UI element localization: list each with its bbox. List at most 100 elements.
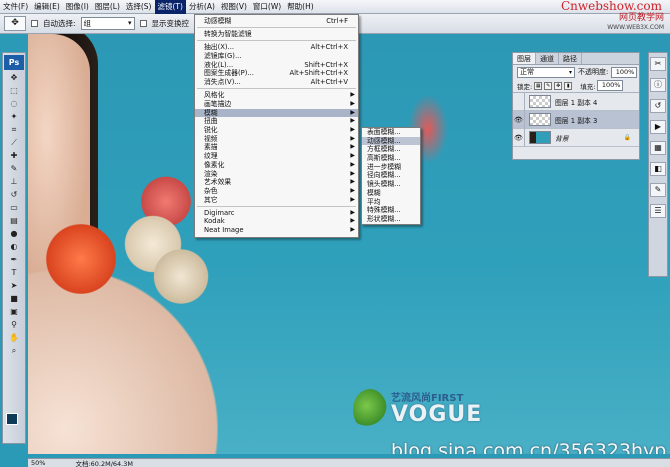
- notes-tool-icon[interactable]: ▣: [5, 306, 23, 318]
- visibility-off-icon[interactable]: [513, 92, 525, 111]
- lock-transparency-icon[interactable]: ▦: [534, 81, 543, 90]
- zoom-tool-icon[interactable]: ⌕: [5, 345, 23, 357]
- menu-item-texture[interactable]: 纹理 ▶: [195, 152, 358, 161]
- healing-brush-tool-icon[interactable]: ✚: [5, 150, 23, 162]
- blur-tool-icon[interactable]: ●: [5, 228, 23, 240]
- submenu-item-blur[interactable]: 模糊: [362, 189, 420, 198]
- menu-help[interactable]: 帮助(H): [284, 0, 317, 14]
- menu-item-brush-strokes[interactable]: 画笔描边 ▶: [195, 100, 358, 109]
- path-selection-tool-icon[interactable]: ➤: [5, 280, 23, 292]
- dodge-tool-icon[interactable]: ◐: [5, 241, 23, 253]
- menu-item-blur[interactable]: 模糊 ▶: [195, 108, 358, 118]
- lasso-tool-icon[interactable]: ◌: [5, 98, 23, 110]
- menu-item-kodak[interactable]: Kodak ▶: [195, 217, 358, 226]
- menu-item-vanishing-point[interactable]: 消失点(V)... Alt+Ctrl+V: [195, 78, 358, 87]
- opacity-input[interactable]: 100%: [611, 66, 638, 78]
- crop-tool-icon[interactable]: ⌗: [5, 124, 23, 136]
- menu-select[interactable]: 选择(S): [123, 0, 155, 14]
- show-transform-checkbox[interactable]: [139, 20, 147, 27]
- menu-item-video[interactable]: 视频 ▶: [195, 135, 358, 144]
- fill-input[interactable]: 100%: [597, 80, 624, 91]
- layer-row-background[interactable]: 👁 背景 🔒: [513, 128, 639, 147]
- menu-item-stylize[interactable]: 风格化 ▶: [195, 91, 358, 100]
- menu-edit[interactable]: 编辑(E): [31, 0, 63, 14]
- menu-image[interactable]: 图像(I): [63, 0, 92, 14]
- layer-row[interactable]: 图层 1 副本 4: [513, 92, 639, 111]
- menu-item-filter-gallery[interactable]: 滤镜库(G)...: [195, 52, 358, 61]
- menu-layer[interactable]: 图层(L): [92, 0, 123, 14]
- menu-window[interactable]: 窗口(W): [250, 0, 284, 14]
- tools-dock-icon[interactable]: ✂: [650, 57, 666, 71]
- tab-channels[interactable]: 通道: [536, 53, 559, 64]
- foreground-color-swatch[interactable]: [6, 413, 18, 425]
- auto-select-dropdown[interactable]: 组: [80, 17, 135, 30]
- marquee-tool-icon[interactable]: ⬚: [5, 85, 23, 97]
- submenu-item-surface-blur[interactable]: 表面模糊...: [362, 128, 420, 137]
- menu-item-convert-smart-filter[interactable]: 转换为智能滤镜: [195, 30, 358, 39]
- submenu-item-average[interactable]: 平均: [362, 198, 420, 207]
- history-dock-icon[interactable]: ↺: [650, 99, 666, 113]
- zoom-level[interactable]: 50%: [31, 459, 45, 467]
- submenu-item-lens-blur[interactable]: 镜头模糊...: [362, 180, 420, 189]
- layers-panel-tabs: 图层 通道 路径: [513, 53, 639, 65]
- lock-position-icon[interactable]: ✥: [554, 81, 563, 90]
- swatches-dock-icon[interactable]: ▦: [650, 141, 666, 155]
- eye-icon[interactable]: 👁: [513, 110, 525, 129]
- lock-label: 锁定:: [517, 82, 533, 91]
- clone-stamp-tool-icon[interactable]: ⊥: [5, 176, 23, 188]
- lock-pixels-icon[interactable]: ✎: [544, 81, 553, 90]
- auto-select-checkbox[interactable]: [31, 20, 38, 27]
- menu-item-sharpen[interactable]: 锐化 ▶: [195, 126, 358, 135]
- submenu-arrow-icon: ▶: [350, 160, 355, 168]
- move-tool-icon[interactable]: ✥: [5, 72, 23, 84]
- submenu-item-gaussian-blur[interactable]: 高斯模糊...: [362, 154, 420, 163]
- hand-tool-icon[interactable]: ✋: [5, 332, 23, 344]
- menu-view[interactable]: 视图(V): [218, 0, 250, 14]
- slice-tool-icon[interactable]: ⟋: [5, 137, 23, 149]
- eyedropper-tool-icon[interactable]: ⚲: [5, 319, 23, 331]
- menu-item-noise[interactable]: 杂色 ▶: [195, 187, 358, 196]
- submenu-item-smart-blur[interactable]: 特殊模糊...: [362, 206, 420, 215]
- menu-item-neat-image[interactable]: Neat Image ▶: [195, 226, 358, 235]
- magic-wand-tool-icon[interactable]: ✦: [5, 111, 23, 123]
- gradient-tool-icon[interactable]: ▤: [5, 215, 23, 227]
- layer-comps-dock-icon[interactable]: ☰: [650, 204, 666, 218]
- info-dock-icon[interactable]: ⓘ: [650, 78, 666, 92]
- brushes-dock-icon[interactable]: ✎: [650, 183, 666, 197]
- eye-icon[interactable]: 👁: [513, 128, 525, 147]
- menu-item-distort[interactable]: 扭曲 ▶: [195, 117, 358, 126]
- pen-tool-icon[interactable]: ✒: [5, 254, 23, 266]
- layer-row-selected[interactable]: 👁 图层 1 副本 3: [513, 110, 639, 129]
- styles-dock-icon[interactable]: ◧: [650, 162, 666, 176]
- tab-paths[interactable]: 路径: [559, 53, 582, 64]
- menu-item-extract[interactable]: 抽出(X)... Alt+Ctrl+X: [195, 43, 358, 52]
- submenu-arrow-icon: ▶: [350, 117, 355, 125]
- menu-item-last-filter[interactable]: 动感模糊 Ctrl+F: [195, 17, 358, 26]
- blend-mode-dropdown[interactable]: 正常: [517, 66, 575, 78]
- vogue-logo-mark-icon: [353, 389, 387, 431]
- menu-item-pixelate[interactable]: 像素化 ▶: [195, 161, 358, 170]
- move-tool-preset-icon[interactable]: ✥: [4, 16, 26, 31]
- submenu-arrow-icon: ▶: [350, 178, 355, 186]
- menu-item-render[interactable]: 渲染 ▶: [195, 170, 358, 179]
- submenu-item-box-blur[interactable]: 方框模糊...: [362, 145, 420, 154]
- menu-filter[interactable]: 滤镜(T): [154, 0, 186, 14]
- submenu-item-radial-blur[interactable]: 径向模糊...: [362, 171, 420, 180]
- type-tool-icon[interactable]: T: [5, 267, 23, 279]
- menu-item-pattern-maker[interactable]: 图案生成器(P)... Alt+Shift+Ctrl+X: [195, 69, 358, 78]
- brush-tool-icon[interactable]: ✎: [5, 163, 23, 175]
- shape-tool-icon[interactable]: ■: [5, 293, 23, 305]
- lock-all-icon[interactable]: ▮: [564, 81, 573, 90]
- eraser-tool-icon[interactable]: ▭: [5, 202, 23, 214]
- menu-item-artistic[interactable]: 艺术效果 ▶: [195, 178, 358, 187]
- photo-flower-pale: [146, 249, 216, 304]
- history-brush-tool-icon[interactable]: ↺: [5, 189, 23, 201]
- menu-item-sketch[interactable]: 素描 ▶: [195, 143, 358, 152]
- menu-item-other[interactable]: 其它 ▶: [195, 196, 358, 205]
- menu-analysis[interactable]: 分析(A): [186, 0, 218, 14]
- submenu-item-shape-blur[interactable]: 形状模糊...: [362, 215, 420, 224]
- menu-item-digimarc[interactable]: Digimarc ▶: [195, 209, 358, 218]
- menu-file[interactable]: 文件(F): [0, 0, 31, 14]
- tab-layers[interactable]: 图层: [513, 53, 536, 64]
- actions-dock-icon[interactable]: ▶: [650, 120, 666, 134]
